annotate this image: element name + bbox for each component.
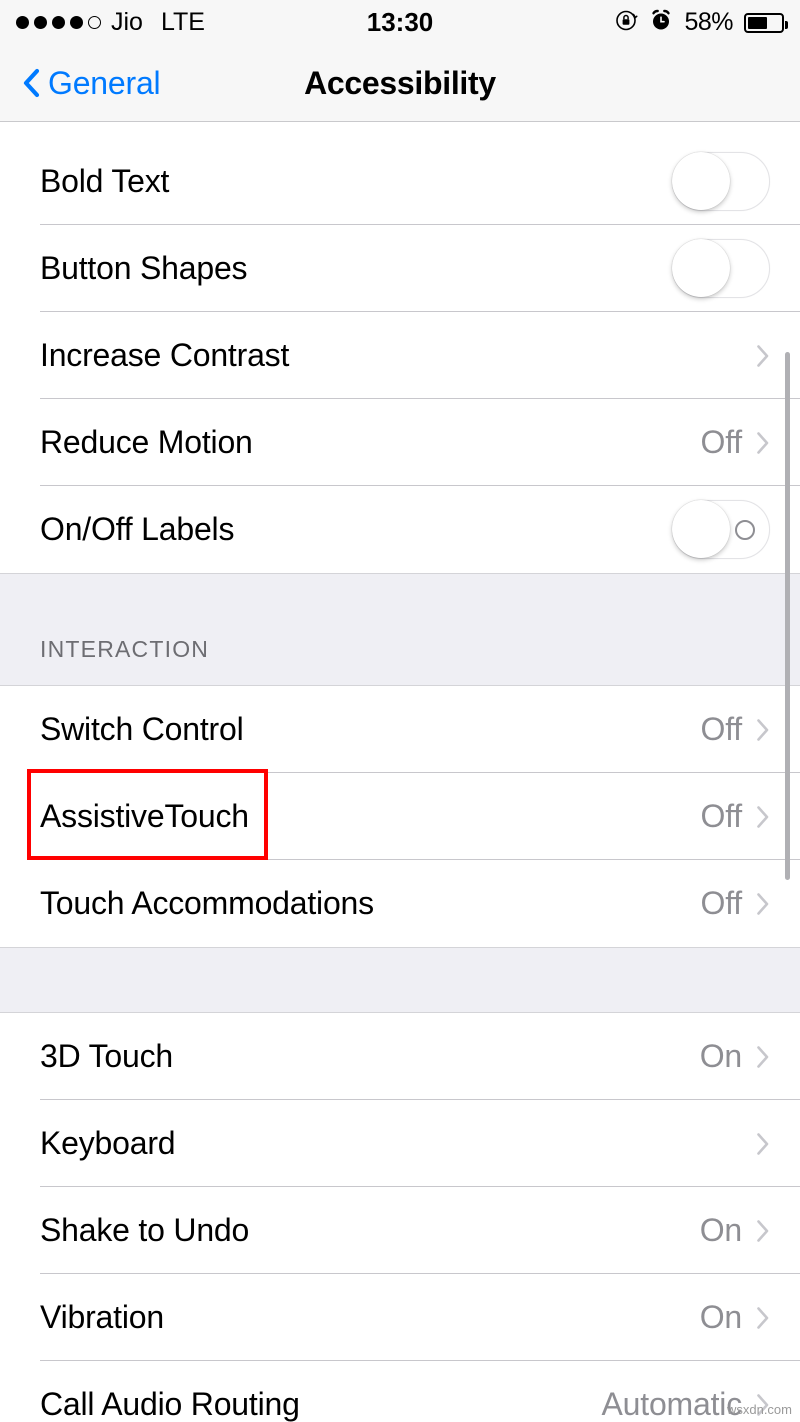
section-gap bbox=[0, 947, 800, 1013]
chevron-right-icon bbox=[756, 344, 770, 368]
settings-row[interactable]: AssistiveTouch Off bbox=[0, 773, 800, 860]
settings-row-accessory bbox=[756, 1132, 770, 1156]
settings-row-label: Touch Accommodations bbox=[40, 885, 374, 921]
settings-row[interactable]: Touch Accommodations Off bbox=[0, 860, 800, 947]
signal-dot-empty bbox=[88, 16, 101, 29]
settings-row-label: On/Off Labels bbox=[40, 511, 235, 547]
settings-row-label: Bold Text bbox=[40, 163, 170, 199]
section-header-interaction: INTERACTION bbox=[0, 573, 800, 686]
status-bar: Jio LTE 13:30 58% bbox=[0, 0, 800, 45]
toggle-knob bbox=[672, 152, 730, 210]
watermark-label: wsxdn.com bbox=[726, 1402, 792, 1417]
signal-dot bbox=[34, 16, 47, 29]
settings-row-label: Switch Control bbox=[40, 711, 244, 747]
settings-row[interactable]: Vibration On bbox=[0, 1274, 800, 1361]
settings-row-accessory: On bbox=[700, 1212, 770, 1249]
signal-dot bbox=[70, 16, 83, 29]
settings-row-accessory bbox=[672, 152, 770, 211]
settings-list: Bold Text Button Shapes Increase Contrast R… bbox=[0, 122, 800, 1422]
back-button[interactable]: General bbox=[0, 64, 161, 102]
settings-row[interactable]: Keyboard bbox=[0, 1100, 800, 1187]
settings-row[interactable]: Bold Text bbox=[0, 138, 800, 225]
settings-group: Switch Control Off AssistiveTouch Off Touch … bbox=[0, 686, 800, 947]
status-bar-right: 58% bbox=[614, 8, 788, 37]
settings-group: 3D Touch On Keyboard Shake to Undo On Vibrati… bbox=[0, 1013, 800, 1422]
toggle-off-label-icon bbox=[735, 519, 755, 540]
list-top-spacer bbox=[0, 122, 800, 138]
settings-row[interactable]: Switch Control Off bbox=[0, 686, 800, 773]
chevron-right-icon bbox=[756, 718, 770, 742]
toggle-switch[interactable] bbox=[672, 152, 770, 211]
settings-row[interactable]: Button Shapes bbox=[0, 225, 800, 312]
settings-row-value: On bbox=[699, 1212, 742, 1248]
toggle-switch[interactable] bbox=[672, 239, 770, 298]
chevron-right-icon bbox=[756, 892, 770, 916]
settings-row-value: On bbox=[699, 1038, 742, 1074]
battery-icon bbox=[744, 12, 788, 33]
signal-strength-icon bbox=[16, 16, 101, 29]
rotation-lock-icon bbox=[614, 8, 638, 37]
settings-row[interactable]: Shake to Undo On bbox=[0, 1187, 800, 1274]
settings-row-label: Shake to Undo bbox=[40, 1212, 250, 1248]
settings-row[interactable]: On/Off Labels bbox=[0, 486, 800, 573]
settings-row[interactable]: 3D Touch On bbox=[0, 1013, 800, 1100]
settings-row-value: Off bbox=[700, 424, 743, 460]
settings-row-label: Reduce Motion bbox=[40, 424, 253, 460]
toggle-knob bbox=[672, 239, 730, 297]
settings-row-accessory bbox=[672, 500, 770, 559]
carrier-label: Jio bbox=[111, 8, 143, 36]
chevron-right-icon bbox=[756, 431, 770, 455]
settings-row-accessory: Off bbox=[701, 424, 771, 461]
navigation-bar: General Accessibility bbox=[0, 45, 800, 122]
settings-row-label: Vibration bbox=[40, 1299, 164, 1335]
settings-group: Bold Text Button Shapes Increase Contrast R… bbox=[0, 138, 800, 573]
settings-row-label: Keyboard bbox=[40, 1125, 176, 1161]
settings-row-value: Off bbox=[700, 798, 743, 834]
settings-row[interactable]: Call Audio Routing Automatic bbox=[0, 1361, 800, 1422]
settings-row-accessory bbox=[672, 239, 770, 298]
settings-row-value: Off bbox=[700, 711, 743, 747]
settings-row-value: On bbox=[699, 1299, 742, 1335]
network-type-label: LTE bbox=[160, 8, 205, 36]
settings-row-accessory: Off bbox=[701, 711, 771, 748]
chevron-right-icon bbox=[756, 1045, 770, 1069]
chevron-right-icon bbox=[756, 1219, 770, 1243]
back-button-label: General bbox=[48, 64, 161, 101]
chevron-right-icon bbox=[756, 1306, 770, 1330]
settings-row-accessory bbox=[756, 344, 770, 368]
settings-row-label: AssistiveTouch bbox=[40, 798, 249, 834]
toggle-switch[interactable] bbox=[672, 500, 770, 559]
settings-row-accessory: Off bbox=[701, 885, 771, 922]
battery-fill bbox=[748, 16, 767, 29]
settings-row-label: Increase Contrast bbox=[40, 337, 290, 373]
settings-row-accessory: On bbox=[700, 1299, 770, 1336]
chevron-left-icon bbox=[22, 68, 40, 98]
settings-row[interactable]: Increase Contrast bbox=[0, 312, 800, 399]
settings-row-value: Off bbox=[700, 885, 743, 921]
alarm-clock-icon bbox=[649, 8, 673, 37]
settings-row-accessory: Off bbox=[701, 798, 771, 835]
settings-row-label: 3D Touch bbox=[40, 1038, 174, 1074]
chevron-right-icon bbox=[756, 1132, 770, 1156]
chevron-right-icon bbox=[756, 805, 770, 829]
signal-dot bbox=[16, 16, 29, 29]
settings-row-label: Call Audio Routing bbox=[40, 1386, 300, 1422]
toggle-knob bbox=[672, 500, 730, 558]
section-header-label: INTERACTION bbox=[40, 636, 210, 662]
settings-row-label: Button Shapes bbox=[40, 250, 248, 286]
battery-percent-label: 58% bbox=[684, 8, 733, 36]
iphone-settings-screen: Jio LTE 13:30 58% General Accessibility … bbox=[0, 0, 800, 1422]
status-bar-left: Jio LTE bbox=[16, 8, 205, 37]
settings-row-accessory: On bbox=[700, 1038, 770, 1075]
settings-row[interactable]: Reduce Motion Off bbox=[0, 399, 800, 486]
settings-row-value: Automatic bbox=[601, 1386, 743, 1422]
signal-dot bbox=[52, 16, 65, 29]
